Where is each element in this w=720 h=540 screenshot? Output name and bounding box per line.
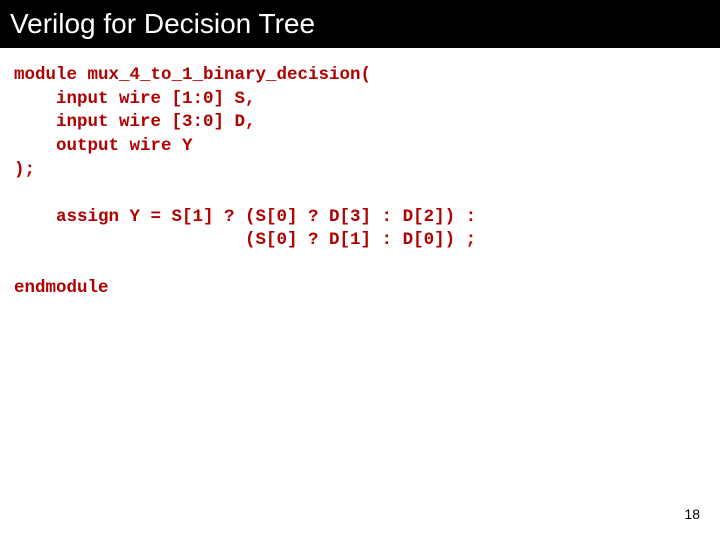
code-line: output wire Y — [14, 136, 193, 156]
code-line: ); — [14, 160, 35, 180]
code-block: module mux_4_to_1_binary_decision( input… — [0, 48, 720, 300]
code-line: (S[0] ? D[1] : D[0]) ; — [14, 230, 476, 250]
slide-title-bar: Verilog for Decision Tree — [0, 0, 720, 48]
code-line: module mux_4_to_1_binary_decision( — [14, 65, 371, 85]
code-line: input wire [1:0] S, — [14, 89, 256, 109]
page-number: 18 — [684, 506, 700, 522]
slide-title: Verilog for Decision Tree — [10, 8, 315, 40]
code-line: input wire [3:0] D, — [14, 112, 256, 132]
code-line: endmodule — [14, 278, 109, 298]
code-line: assign Y = S[1] ? (S[0] ? D[3] : D[2]) : — [14, 207, 476, 227]
